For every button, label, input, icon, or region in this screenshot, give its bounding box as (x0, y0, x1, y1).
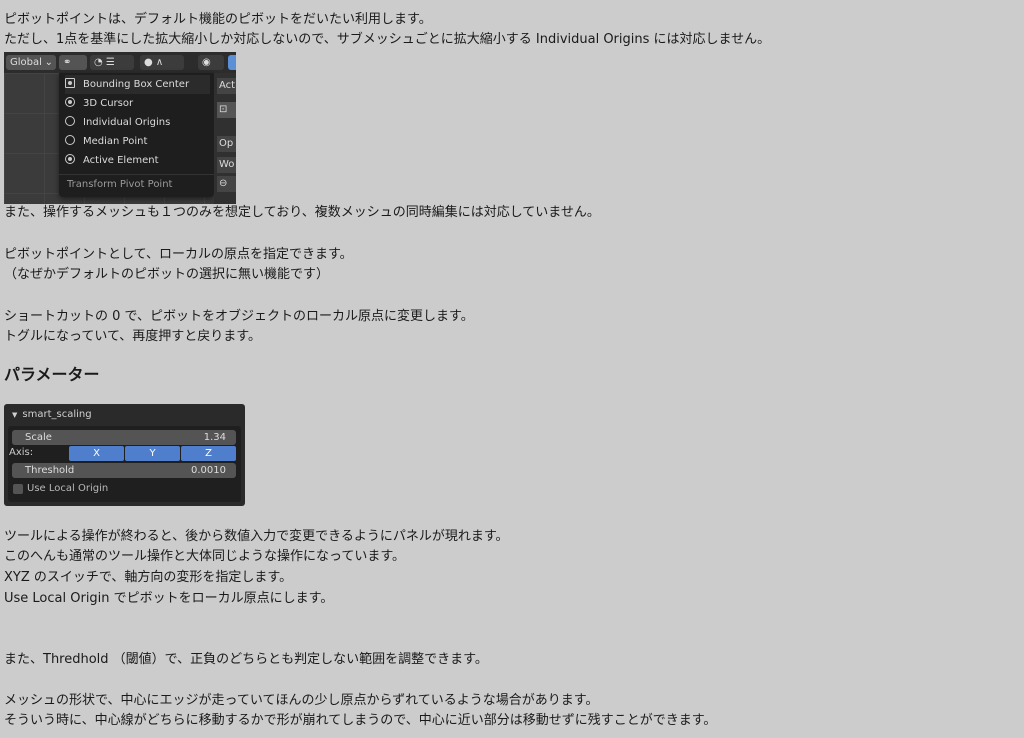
text-line: トグルになっていて、再度押すと戻ります。 (4, 329, 262, 344)
menu-item-label: 3D Cursor (83, 98, 134, 109)
text-line: ただし、1点を基準にした拡大縮小しか対応しないので、サブメッシュごとに拡大縮小す… (4, 32, 771, 47)
text-line: また、Thredhold （閾値）で、正負のどちらとも判定しない範囲を調整できま… (4, 652, 488, 667)
sidebar-tab-workspace[interactable]: Wo (217, 157, 236, 173)
use-local-origin-checkbox[interactable] (13, 484, 23, 494)
text-line: そういう時に、中心線がどちらに移動するかで形が崩れてしまうので、中心に近い部分は… (4, 713, 717, 728)
pivot-point-screenshot: Global ⌄ ⚭ ◔ ☰ ● ∧ ◉ Bounding Box Center… (4, 52, 236, 204)
pivot-dropdown-menu: Bounding Box Center 3D Cursor Individual… (59, 73, 214, 197)
pivot-select[interactable]: ⚭ (59, 55, 87, 70)
use-local-origin-label: Use Local Origin (27, 483, 109, 494)
menu-divider (59, 174, 214, 175)
text-line: ピボットポイントは、デフォルト機能のピボットをだいたい利用します。 (4, 12, 432, 27)
text-line: Use Local Origin でピボットをローカル原点にします。 (4, 591, 334, 606)
text-line: このへんも通常のツール操作と大体同じような操作になっています。 (4, 549, 406, 564)
scale-value: 1.34 (203, 432, 226, 443)
menu-item-label: Active Element (83, 155, 159, 166)
menu-item-label: Individual Origins (83, 117, 171, 128)
text-line: ピボットポイントとして、ローカルの原点を指定できます。 (4, 247, 353, 262)
scale-label: Scale (25, 432, 52, 443)
individual-origins-icon (65, 116, 75, 126)
cursor-icon (65, 97, 75, 107)
scale-field[interactable]: Scale 1.34 (12, 430, 236, 445)
triangle-down-icon: ▼ (12, 411, 18, 419)
orientation-select[interactable]: Global ⌄ (6, 55, 56, 70)
threshold-value: 0.0010 (191, 465, 226, 476)
axis-y-toggle[interactable]: Y (125, 446, 180, 461)
orientation-label: Global (10, 57, 42, 68)
menu-item-active-element[interactable]: Active Element (65, 151, 210, 170)
menu-item-label: Median Point (83, 136, 148, 147)
chevron-down-icon: ⌄ (44, 57, 53, 68)
axis-x-toggle[interactable]: X (69, 446, 124, 461)
text-line: メッシュの形状で、中心にエッジが走っていてほんの少し原点からずれているような場合… (4, 693, 599, 708)
active-element-icon (65, 154, 75, 164)
sidebar-tab-active[interactable]: Act (217, 78, 236, 94)
text-line: ショートカットの 0 で、ピボットをオブジェクトのローカル原点に変更します。 (4, 309, 474, 324)
visibility-select[interactable]: ◉ (198, 55, 224, 70)
text-line: また、操作するメッシュも１つのみを想定しており、複数メッシュの同時編集には対応し… (4, 205, 600, 220)
text-line: ツールによる操作が終わると、後から数値入力で変更できるようにパネルが現れます。 (4, 529, 509, 544)
toggle-icon[interactable]: ⊖ (217, 176, 236, 192)
text-line: XYZ のスイッチで、軸方向の変形を指定します。 (4, 570, 293, 585)
menu-item-median-point[interactable]: Median Point (65, 132, 210, 151)
link-icon: ⚭ (63, 57, 72, 68)
menu-item-3d-cursor[interactable]: 3D Cursor (65, 94, 210, 113)
snap-toggle[interactable]: ◔ ☰ (90, 55, 134, 70)
sidebar-tab-options[interactable]: Op (217, 136, 236, 152)
viewport-header: Global ⌄ ⚭ ◔ ☰ ● ∧ ◉ (4, 52, 236, 73)
bounding-box-icon (65, 78, 75, 88)
axis-z-toggle[interactable]: Z (181, 446, 236, 461)
median-point-icon (65, 135, 75, 145)
proportional-toggle[interactable]: ● ∧ (140, 55, 184, 70)
threshold-field[interactable]: Threshold 0.0010 (12, 463, 236, 478)
proportional-icon: ● ∧ (144, 57, 164, 68)
section-heading: パラメーター (4, 365, 100, 384)
magnet-icon: ◔ ☰ (94, 57, 115, 68)
panel-title[interactable]: ▼ smart_scaling (12, 407, 92, 423)
threshold-label: Threshold (25, 465, 75, 476)
menu-item-bounding-box-center[interactable]: Bounding Box Center (65, 75, 210, 94)
menu-item-individual-origins[interactable]: Individual Origins (65, 113, 210, 132)
eye-icon: ◉ (202, 57, 211, 68)
menu-item-label: Bounding Box Center (83, 79, 190, 90)
axis-label: Axis: (9, 447, 34, 458)
scale-tool-icon[interactable]: ⊡ (217, 102, 236, 118)
menu-title: Transform Pivot Point (67, 179, 173, 190)
panel-title-label: smart_scaling (22, 409, 92, 420)
text-line: （なぜかデフォルトのピボットの選択に無い機能です） (4, 267, 330, 282)
overlay-button[interactable] (228, 55, 236, 70)
